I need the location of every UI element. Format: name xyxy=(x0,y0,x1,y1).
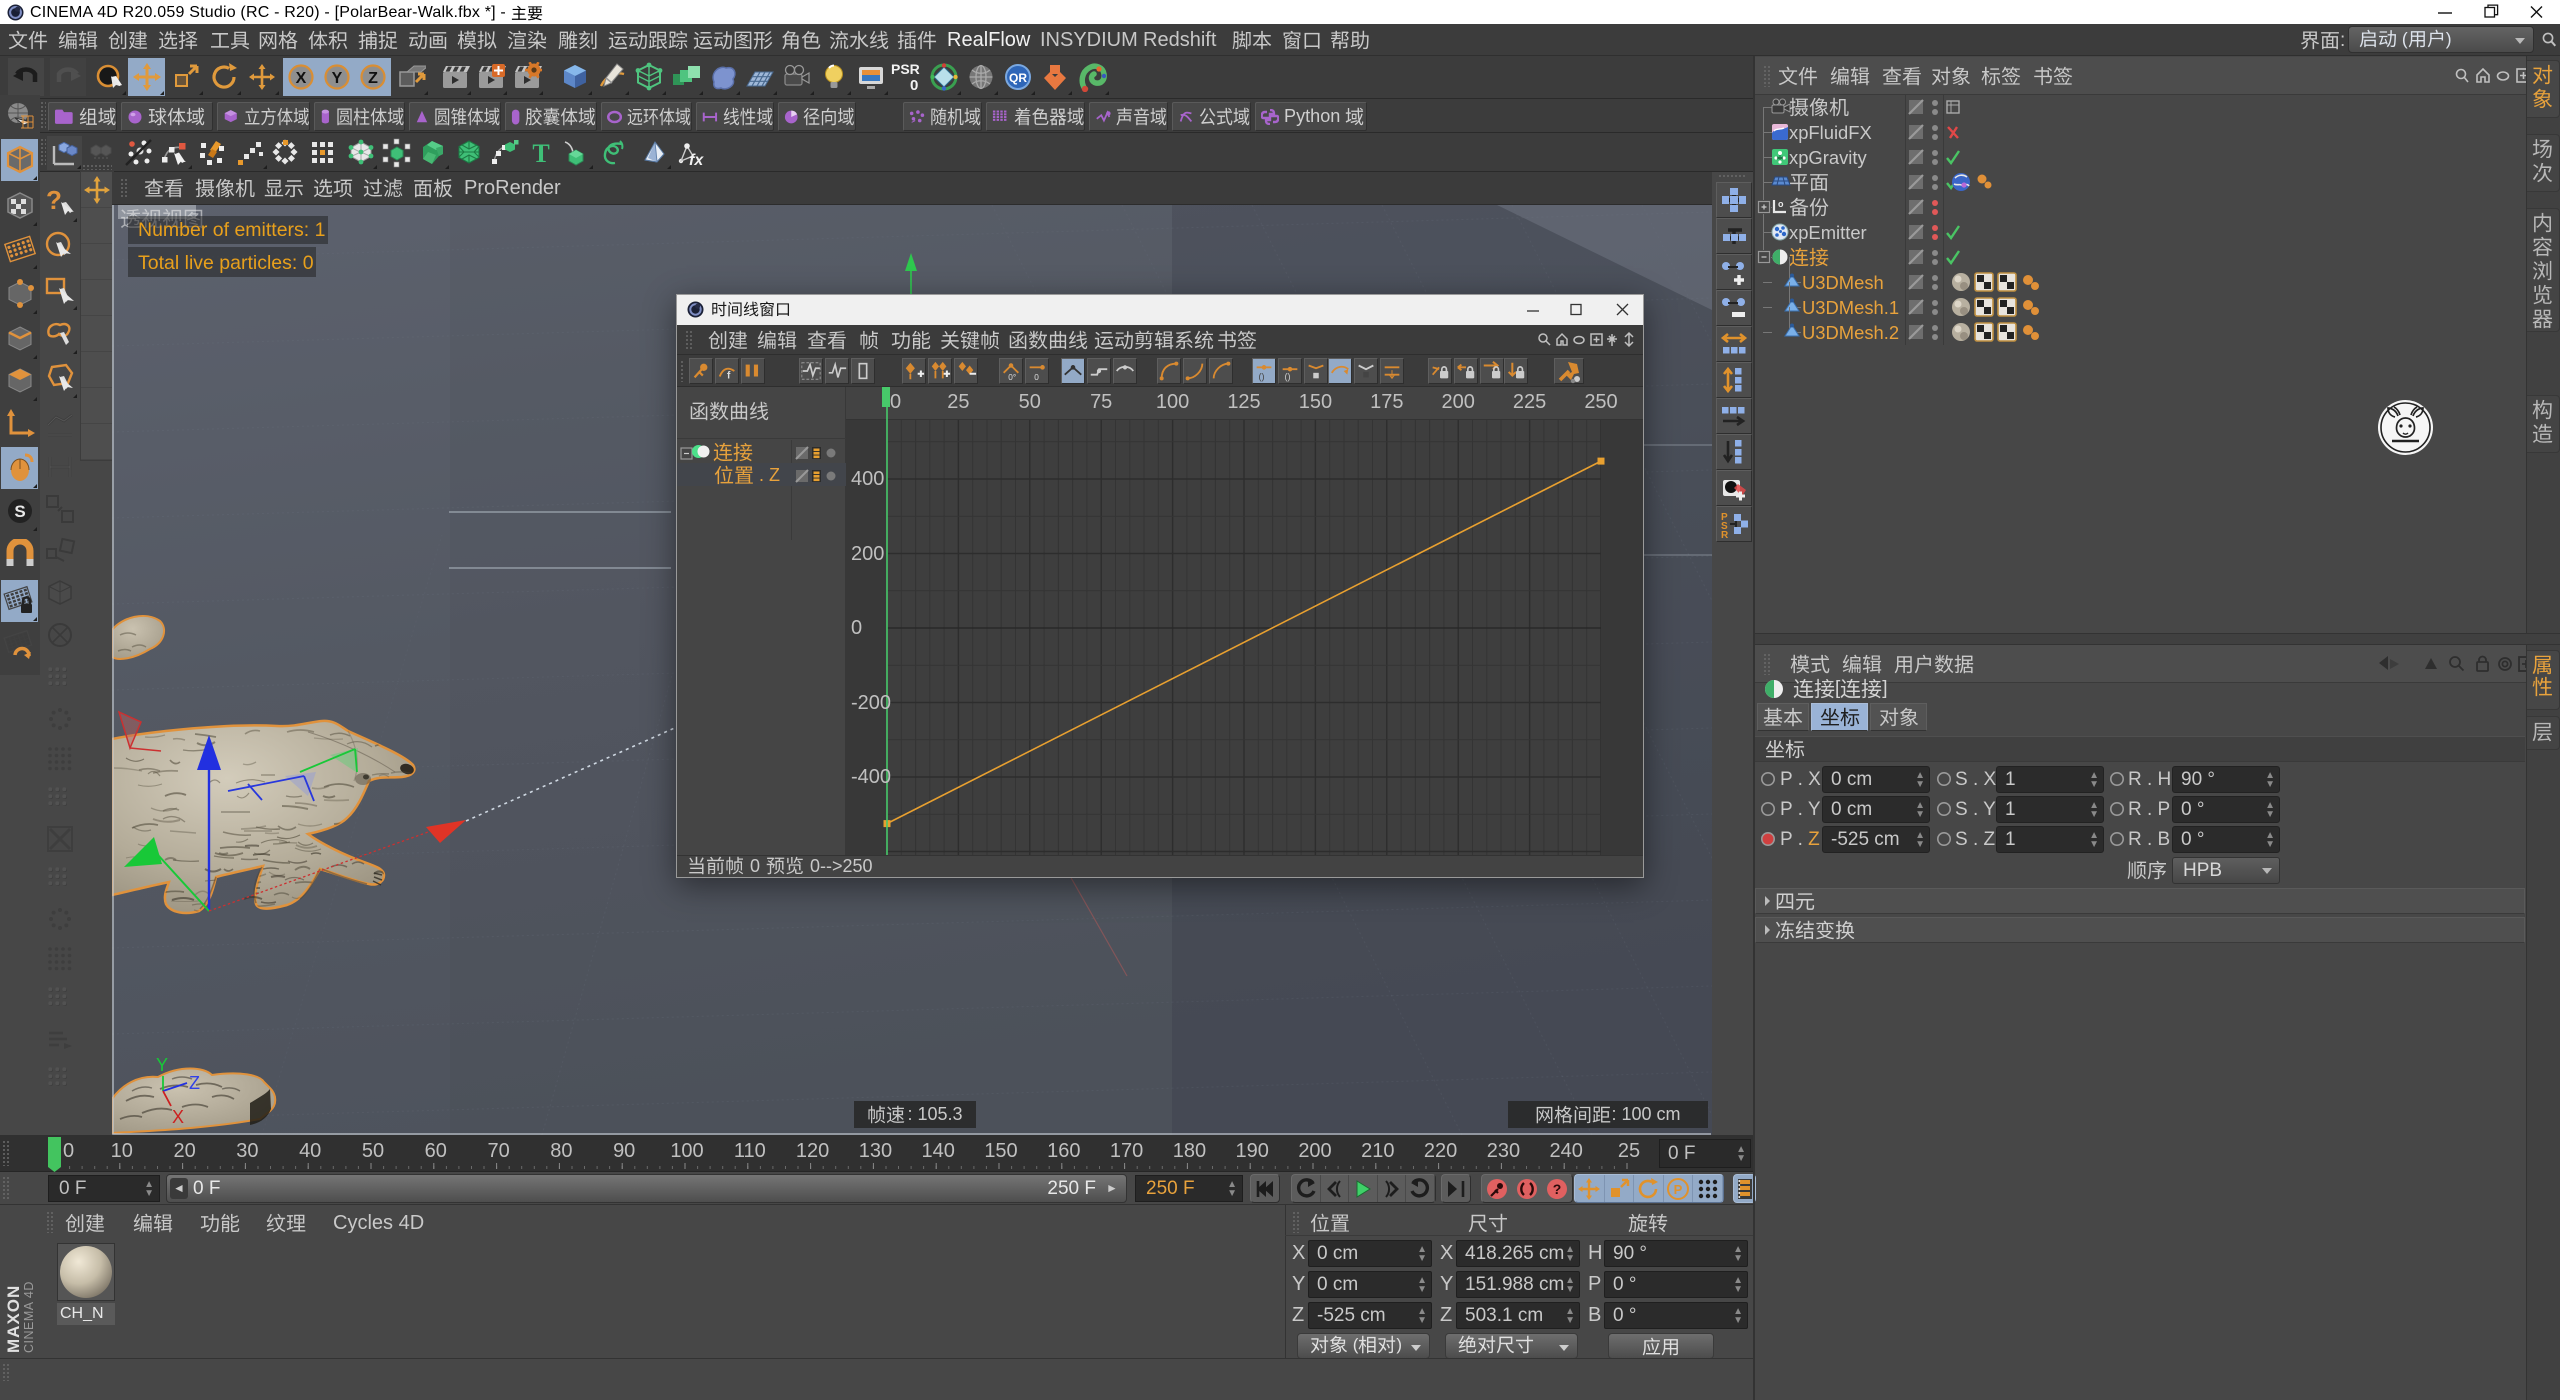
svg-text:S: S xyxy=(14,502,25,521)
svg-text:PSR: PSR xyxy=(891,62,920,77)
svg-text:QR: QR xyxy=(1009,71,1027,85)
svg-text:X: X xyxy=(296,70,307,87)
svg-text:?: ? xyxy=(1553,1181,1562,1197)
svg-text:Z: Z xyxy=(368,70,378,87)
svg-text:Z: Z xyxy=(189,1073,200,1093)
svg-text:fx: fx xyxy=(689,152,704,168)
svg-text:(): () xyxy=(1285,371,1291,381)
svg-text:Y: Y xyxy=(332,70,343,87)
svg-text:X: X xyxy=(172,1107,184,1127)
svg-text:(): () xyxy=(1259,371,1265,381)
svg-text:0: 0 xyxy=(910,77,918,92)
svg-text:o: o xyxy=(1778,199,1784,209)
svg-text:P: P xyxy=(1674,1182,1683,1197)
svg-text:?: ? xyxy=(46,187,62,215)
svg-text:0°: 0° xyxy=(1008,373,1016,382)
svg-text:0: 0 xyxy=(1034,373,1039,382)
svg-text:T: T xyxy=(532,139,549,168)
svg-text:Y: Y xyxy=(156,1055,168,1075)
svg-text:f: f xyxy=(727,370,731,381)
svg-text:R: R xyxy=(1721,530,1729,538)
